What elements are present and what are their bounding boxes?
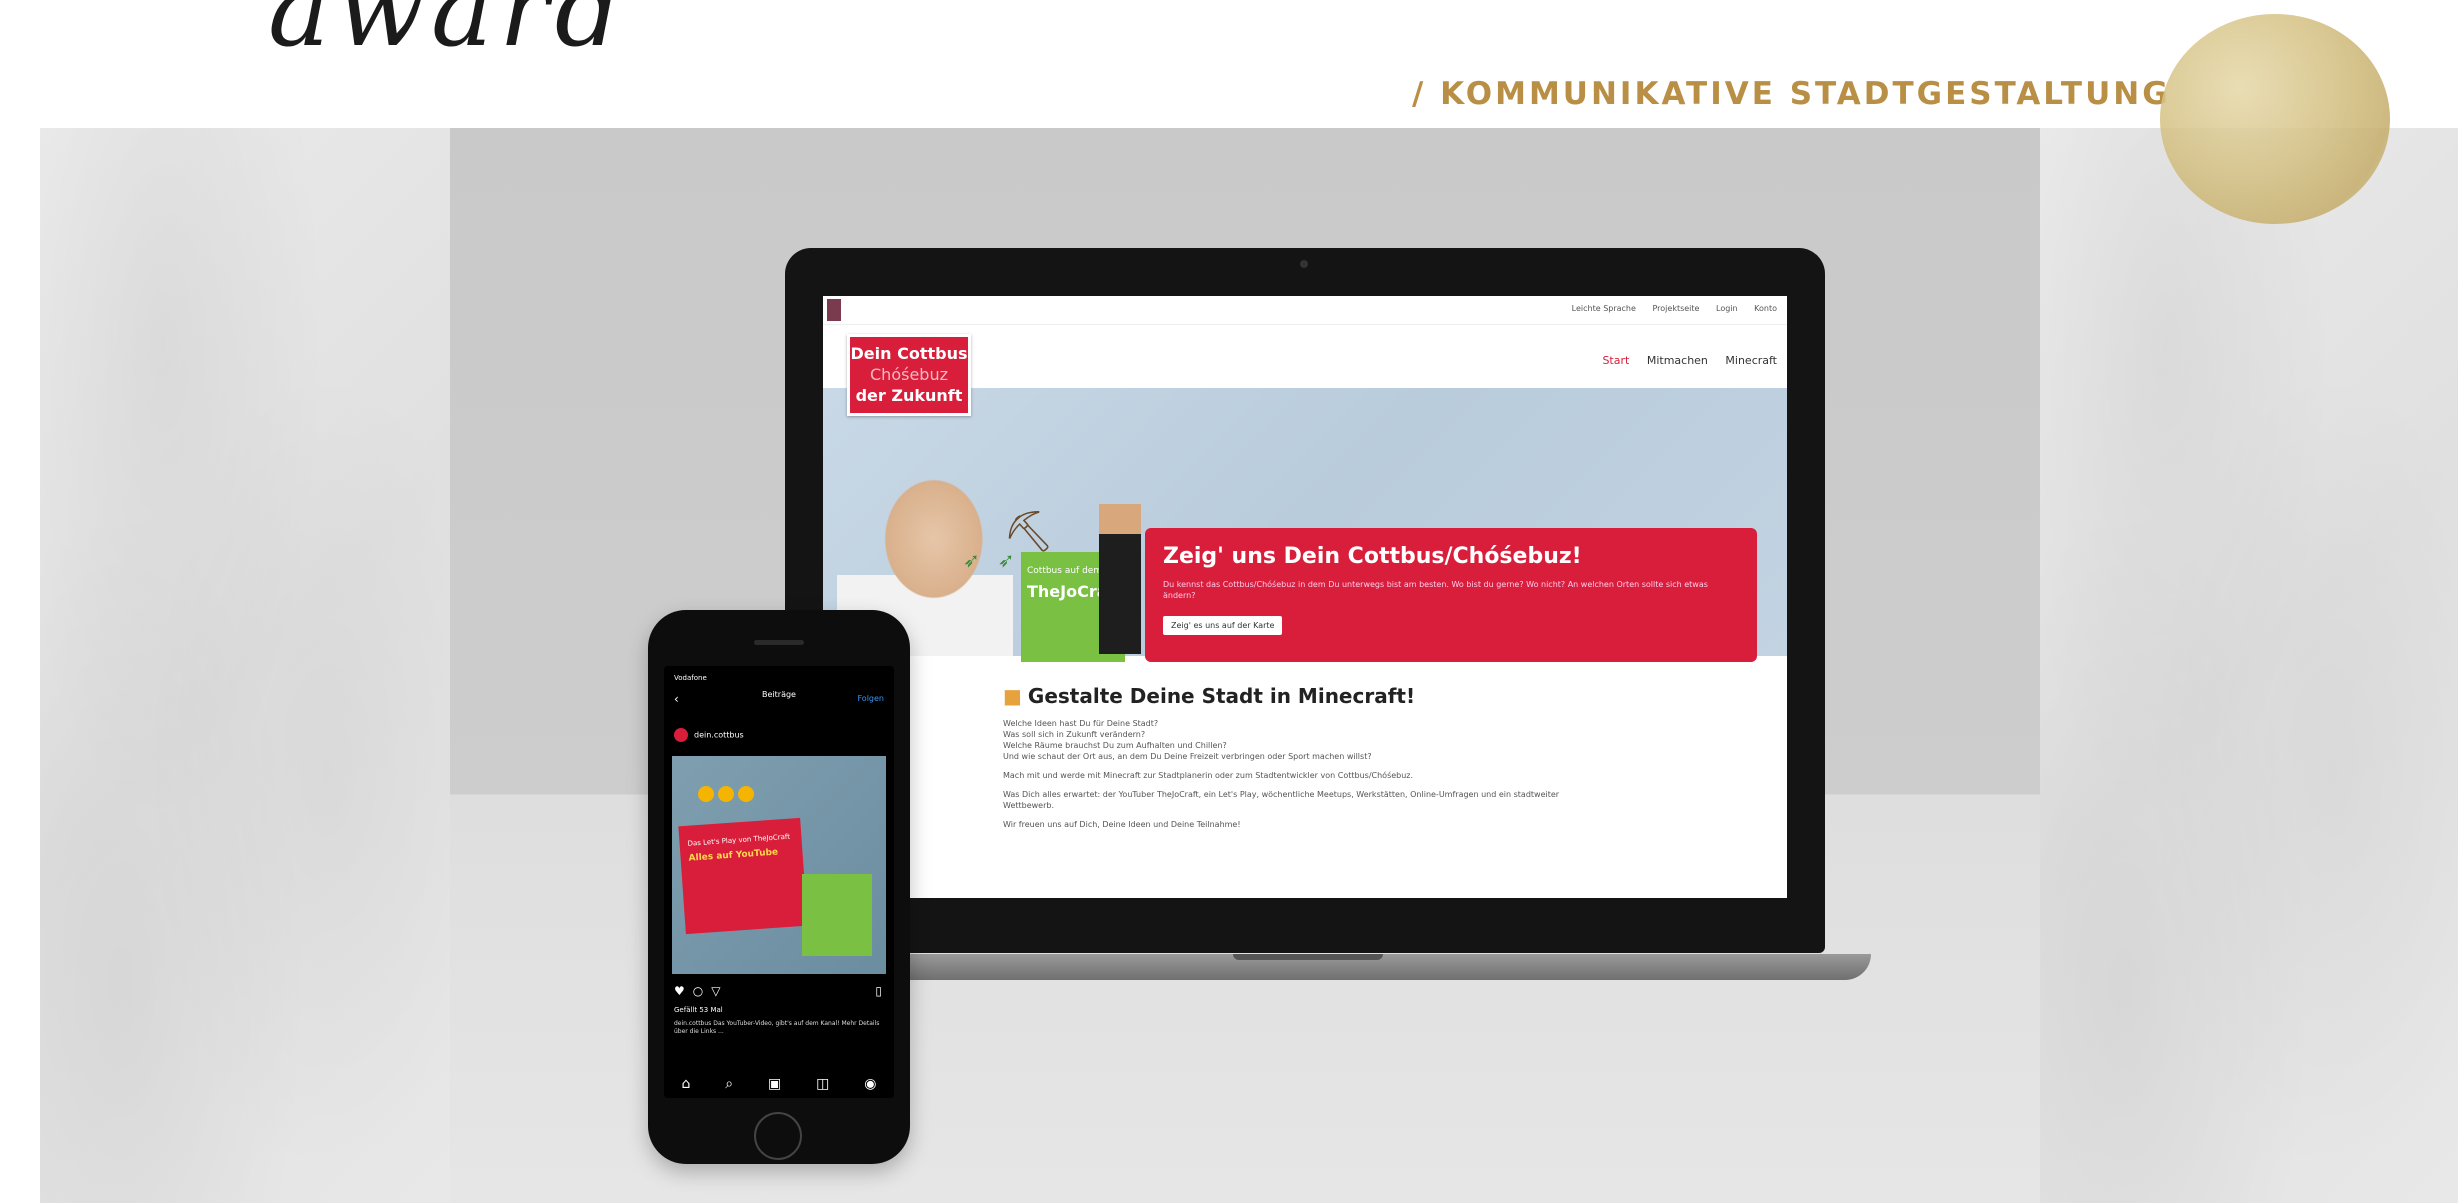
content-paragraph: Wir freuen uns auf Dich, Deine Ideen und… xyxy=(1003,820,1241,829)
avatar xyxy=(674,728,688,742)
block-icon: ■ xyxy=(1003,684,1022,708)
cta-title: Zeig' uns Dein Cottbus/Chóśebuz! xyxy=(1163,544,1582,569)
site-top-links: Leichte Sprache Projektseite Login Konto xyxy=(1558,304,1777,313)
post-dots-decoration xyxy=(698,786,758,806)
showcase-image: Leichte Sprache Projektseite Login Konto… xyxy=(40,128,2458,1203)
post-card-text: Das Let's Play von TheJoCraft xyxy=(687,832,791,848)
cta-card: Zeig' uns Dein Cottbus/Chóśebuz! Du kenn… xyxy=(1145,528,1757,662)
account-name: dein.cottbus xyxy=(694,730,744,740)
post-account[interactable]: dein.cottbus xyxy=(674,728,744,742)
minecraft-character xyxy=(1099,534,1141,654)
heart-icon[interactable]: ♥ xyxy=(674,984,693,998)
logo-line3: der Zukunft xyxy=(855,386,963,405)
follow-button[interactable]: Folgen xyxy=(857,694,884,703)
profile-icon[interactable]: ◉ xyxy=(864,1076,876,1092)
nav-item-mitmachen[interactable]: Mitmachen xyxy=(1647,354,1708,367)
content-title: ■ Gestalte Deine Stadt in Minecraft! xyxy=(1003,684,1583,708)
search-icon[interactable]: ⌕ xyxy=(725,1076,733,1092)
reels-icon[interactable]: ▣ xyxy=(768,1076,781,1092)
gold-circle-decoration xyxy=(2160,14,2390,224)
cta-text: Du kennst das Cottbus/Chóśebuz in dem Du… xyxy=(1163,580,1708,600)
phone-screen: Vodafone ‹ Beiträge Folgen dein.cottbus … xyxy=(664,666,894,1098)
nav-item-start[interactable]: Start xyxy=(1602,354,1629,367)
share-icon[interactable]: ▽ xyxy=(711,984,728,998)
minecraft-character-head xyxy=(1099,504,1141,538)
hero-sign-text: Cottbus auf dem xyxy=(1027,566,1103,576)
likes-count: Gefällt 53 Mal xyxy=(674,1006,723,1014)
logo-line1: Dein Cottbus xyxy=(850,344,968,363)
home-icon[interactable]: ⌂ xyxy=(681,1076,690,1092)
content-line: Was soll sich in Zukunft verändern? xyxy=(1003,730,1146,739)
site-corner-badge xyxy=(827,299,841,321)
site-logo[interactable]: Dein Cottbus Chóśebuz der Zukunft xyxy=(847,334,971,416)
comment-icon[interactable]: ○ xyxy=(693,984,711,998)
laptop-notch xyxy=(1233,954,1383,960)
content-title-text: Gestalte Deine Stadt in Minecraft! xyxy=(1027,684,1416,708)
top-link[interactable]: Konto xyxy=(1754,304,1777,313)
laptop-base xyxy=(745,954,1871,980)
phone-home-button xyxy=(754,1112,802,1160)
nav-item-minecraft[interactable]: Minecraft xyxy=(1725,354,1777,367)
site-content: ■ Gestalte Deine Stadt in Minecraft! Welc… xyxy=(1003,684,1583,838)
marble-panel-right xyxy=(2040,128,2458,1203)
pickaxe-icon: ⛏ xyxy=(1003,509,1054,555)
phone-tabbar: ⌂ ⌕ ▣ ◫ ◉ xyxy=(664,1076,894,1092)
shop-icon[interactable]: ◫ xyxy=(816,1076,829,1092)
top-link[interactable]: Login xyxy=(1716,304,1738,313)
marble-panel-left xyxy=(40,128,450,1203)
phone-speaker xyxy=(754,640,804,645)
post-red-card: Das Let's Play von TheJoCraft Alles auf … xyxy=(678,817,808,935)
content-line: Und wie schaut der Ort aus, an dem Du De… xyxy=(1003,752,1372,761)
category-label: / KOMMUNIKATIVE STADTGESTALTUNG xyxy=(1412,76,2171,112)
site-nav: Start Mitmachen Minecraft xyxy=(1588,354,1777,367)
laptop-camera xyxy=(1300,260,1308,268)
content-line: Welche Räume brauchst Du zum Aufhalten u… xyxy=(1003,741,1227,750)
bookmark-icon[interactable]: ▯ xyxy=(875,984,882,998)
site-topbar: Leichte Sprache Projektseite Login Konto xyxy=(823,296,1787,325)
content-paragraph: Was Dich alles erwartet: der YouTuber Th… xyxy=(1003,790,1560,810)
post-image[interactable]: Das Let's Play von TheJoCraft Alles auf … xyxy=(672,756,886,974)
post-green-box xyxy=(802,874,872,956)
content-paragraph: Welche Ideen hast Du für Deine Stadt? Wa… xyxy=(1003,718,1583,762)
top-link[interactable]: Projektseite xyxy=(1652,304,1699,313)
laptop-screen: Leichte Sprache Projektseite Login Konto… xyxy=(823,296,1787,898)
post-caption: dein.cottbus Das YouTuber-Video, gibt's … xyxy=(674,1020,880,1035)
laptop: Leichte Sprache Projektseite Login Konto… xyxy=(785,248,1825,953)
top-link[interactable]: Leichte Sprache xyxy=(1572,304,1636,313)
smartphone: Vodafone ‹ Beiträge Folgen dein.cottbus … xyxy=(648,610,910,1164)
post-actions: ♥○▽ xyxy=(674,984,728,998)
logo-line2: Chóśebuz xyxy=(870,365,948,384)
content-paragraph: Mach mit und werde mit Minecraft zur Sta… xyxy=(1003,771,1414,780)
phone-status-bar: Vodafone xyxy=(674,674,707,682)
map-button[interactable]: Zeig' es uns auf der Karte xyxy=(1163,616,1283,635)
content-line: Welche Ideen hast Du für Deine Stadt? xyxy=(1003,719,1159,728)
script-title: award xyxy=(268,0,628,70)
post-card-highlight: Alles auf YouTube xyxy=(688,847,779,864)
